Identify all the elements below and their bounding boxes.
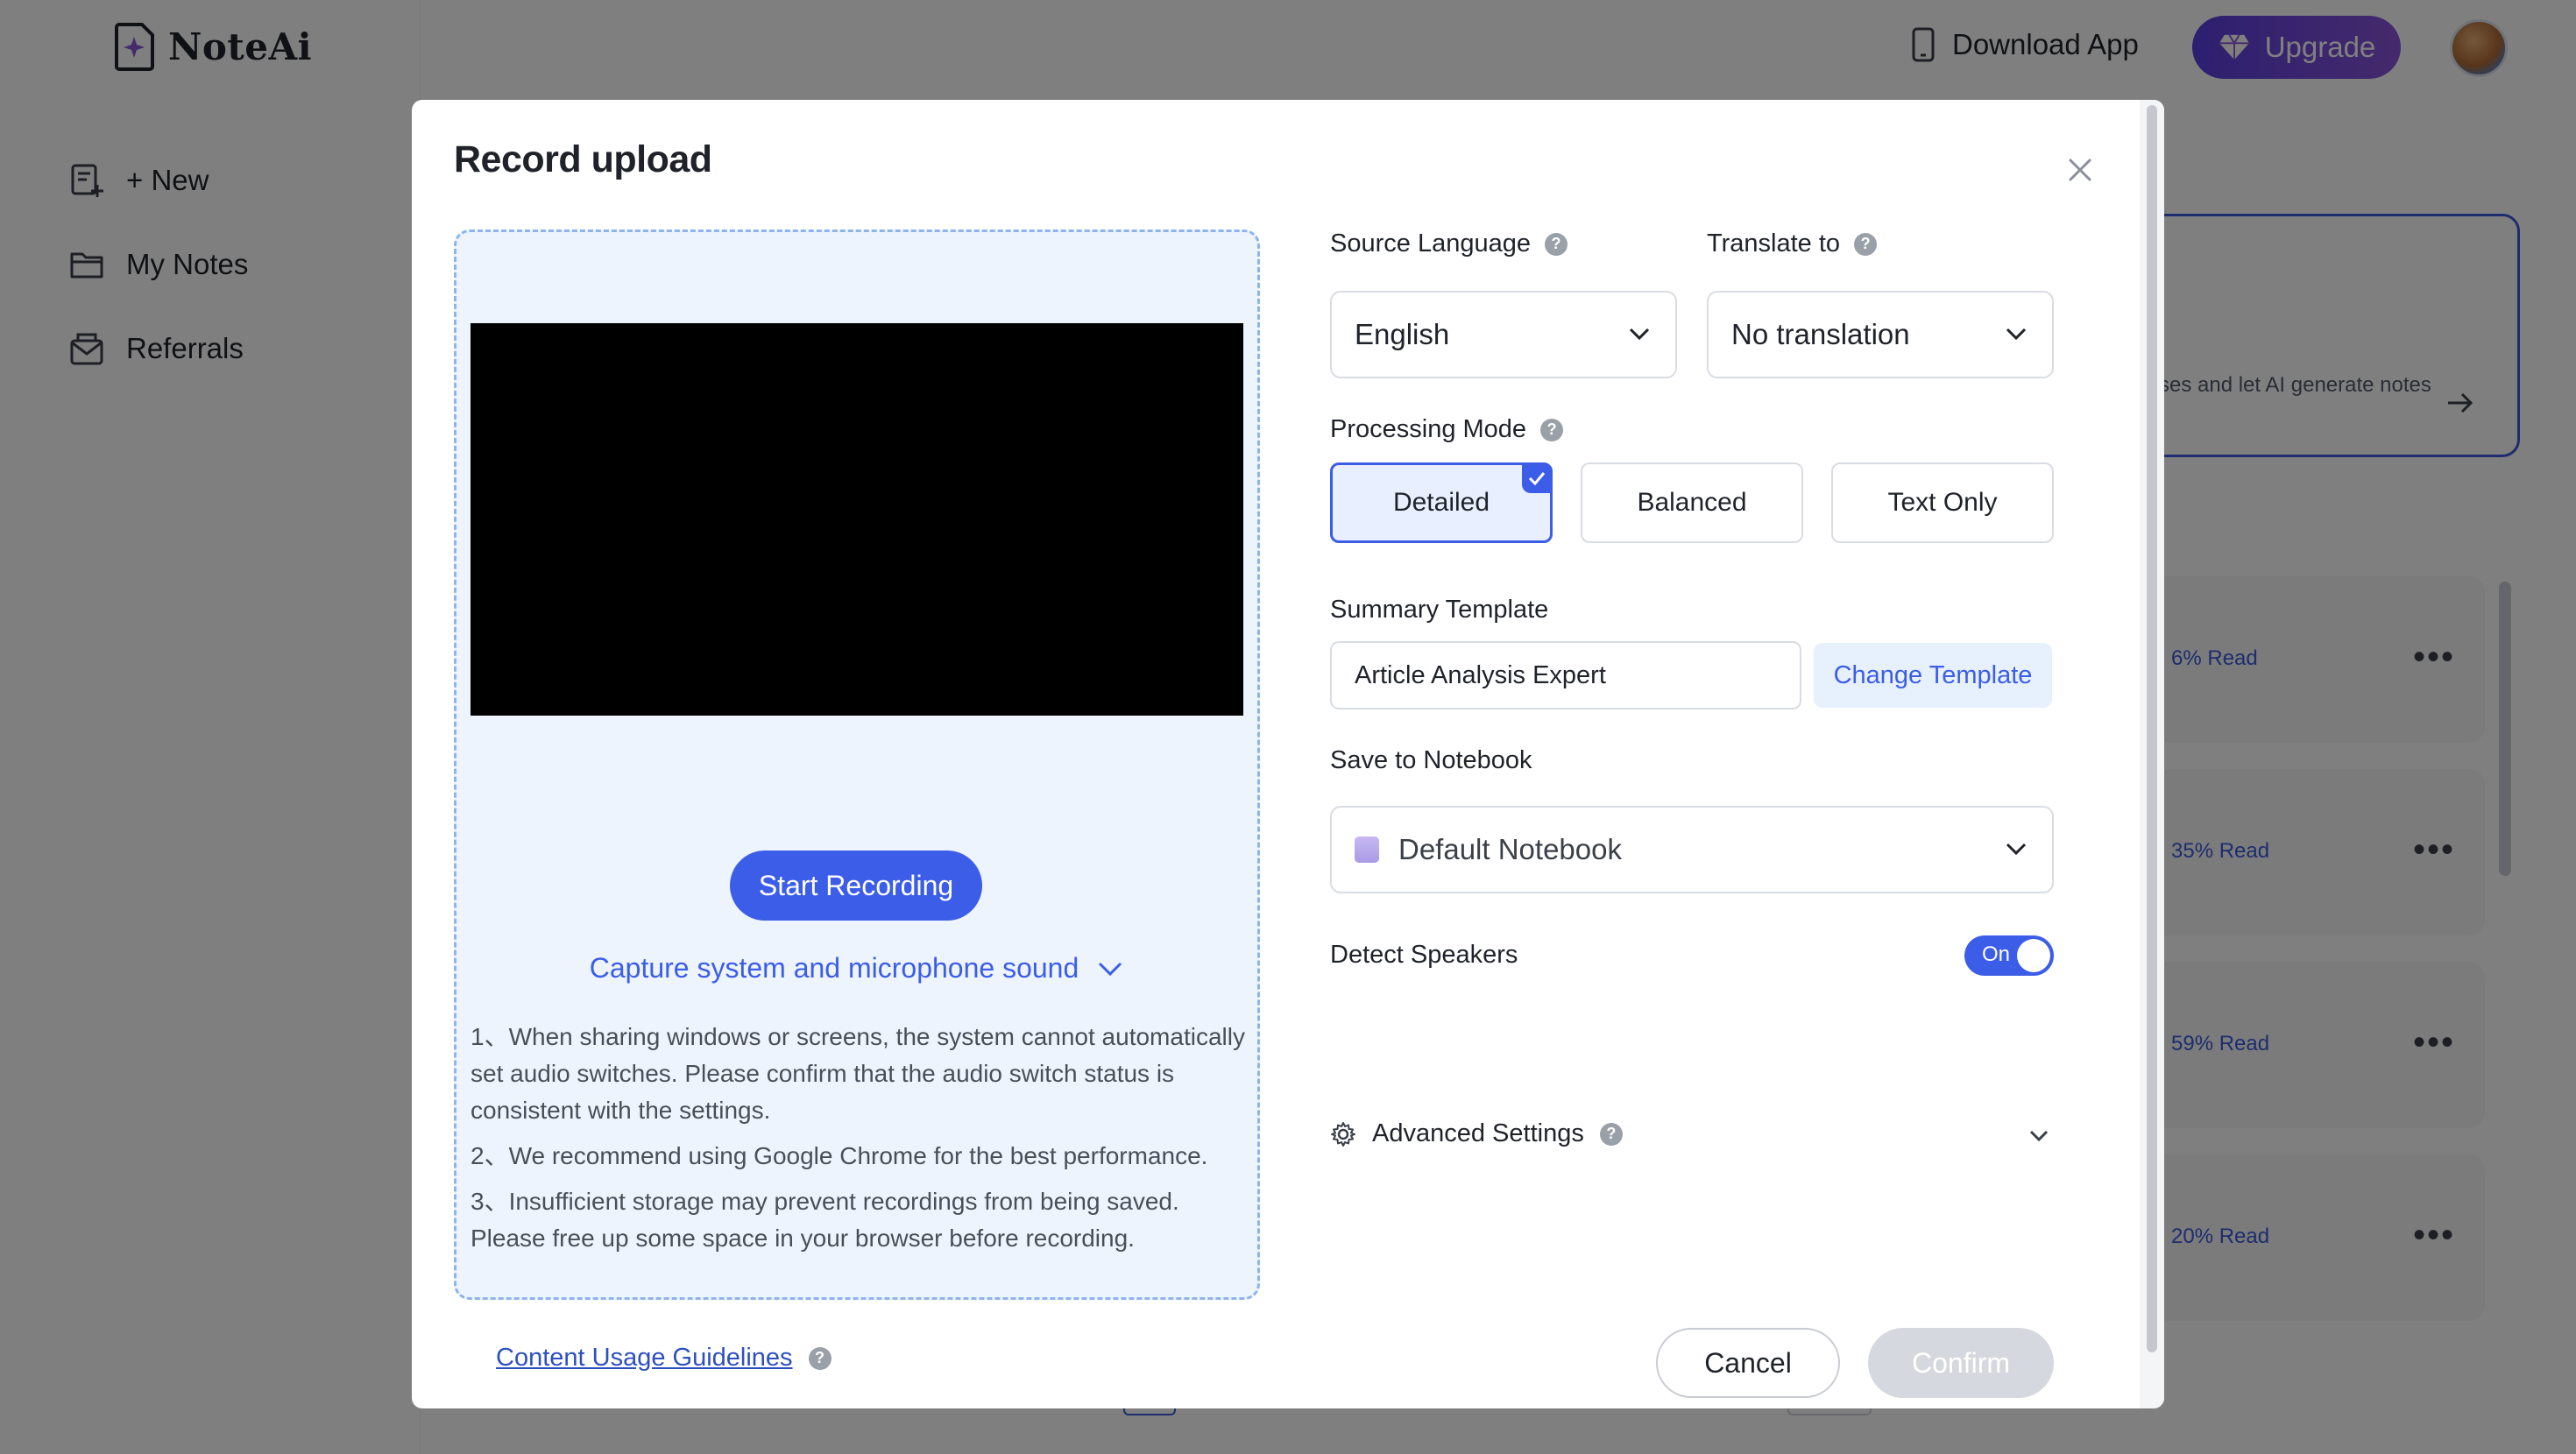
mode-text-only-option[interactable]: Text Only — [1831, 462, 2054, 543]
chevron-down-icon — [1099, 962, 1122, 976]
dialog-title: Record upload — [454, 138, 712, 180]
change-template-button[interactable]: Change Template — [1814, 643, 2052, 708]
confirm-button[interactable]: Confirm — [1868, 1328, 2054, 1398]
help-icon[interactable]: ? — [1540, 418, 1564, 441]
summary-template-field[interactable]: Article Analysis Expert — [1330, 641, 1801, 709]
note-item: 1、When sharing windows or screens, the s… — [471, 1023, 1245, 1124]
source-language-label-row: Source Language ? — [1330, 229, 1568, 258]
translate-select[interactable]: No translation — [1707, 291, 2054, 378]
guidelines-row: Content Usage Guidelines ? — [496, 1344, 832, 1373]
help-icon[interactable]: ? — [1599, 1122, 1623, 1146]
check-icon — [1522, 463, 1552, 493]
notebook-label: Save to Notebook — [1330, 746, 1532, 774]
source-language-label: Source Language — [1330, 229, 1531, 258]
capture-source-dropdown[interactable]: Capture system and microphone sound — [456, 952, 1257, 985]
close-icon[interactable] — [2063, 152, 2098, 187]
translate-label: Translate to — [1707, 229, 1841, 258]
advanced-settings-toggle[interactable]: Advanced Settings ? — [1330, 1119, 1623, 1148]
notebook-select[interactable]: Default Notebook — [1330, 806, 2054, 893]
source-language-select[interactable]: English — [1330, 291, 1677, 378]
notebook-icon — [1355, 836, 1379, 863]
gear-icon — [1331, 1121, 1355, 1147]
mode-label: Balanced — [1637, 488, 1747, 517]
capture-source-label: Capture system and microphone sound — [589, 952, 1079, 984]
summary-template-value: Article Analysis Expert — [1355, 660, 1606, 689]
recording-panel: Start Recording Capture system and micro… — [454, 229, 1260, 1300]
help-icon[interactable]: ? — [1544, 232, 1568, 256]
chevron-down-icon[interactable] — [2028, 1128, 2050, 1144]
translate-value: No translation — [1731, 318, 1910, 350]
chevron-down-icon — [2006, 328, 2027, 341]
mode-label: Detailed — [1392, 488, 1490, 517]
toggle-state: On — [1982, 942, 2011, 966]
source-language-value: English — [1355, 318, 1450, 350]
toggle-knob — [2017, 939, 2050, 972]
note-item: 2、We recommend using Google Chrome for t… — [471, 1142, 1208, 1169]
advanced-settings-label: Advanced Settings — [1372, 1119, 1584, 1147]
help-icon[interactable]: ? — [1854, 232, 1878, 256]
mode-label: Text Only — [1887, 488, 1998, 517]
recording-notes: 1、When sharing windows or screens, the s… — [471, 1019, 1247, 1266]
chevron-down-icon — [2006, 843, 2027, 856]
detect-speakers-toggle[interactable]: On — [1964, 935, 2054, 976]
note-item: 3、Insufficient storage may prevent recor… — [471, 1188, 1179, 1252]
translate-label-row: Translate to ? — [1707, 229, 1878, 258]
help-icon[interactable]: ? — [808, 1346, 832, 1370]
mode-balanced-option[interactable]: Balanced — [1581, 462, 1803, 543]
record-upload-dialog: Record upload Start Recording Capture sy… — [412, 100, 2164, 1408]
processing-mode-label: Processing Mode — [1330, 415, 1527, 443]
start-recording-button[interactable]: Start Recording — [730, 851, 982, 921]
notebook-selected: Default Notebook — [1355, 833, 1622, 866]
dialog-scrollbar-thumb[interactable] — [2147, 105, 2157, 1352]
dialog-scrollbar-track[interactable] — [2140, 100, 2164, 1408]
detect-speakers-label: Detect Speakers — [1330, 941, 1518, 969]
content-usage-guidelines-link[interactable]: Content Usage Guidelines — [496, 1344, 793, 1373]
mode-detailed-option[interactable]: Detailed — [1330, 462, 1553, 543]
chevron-down-icon — [1629, 328, 1650, 341]
cancel-button[interactable]: Cancel — [1656, 1328, 1840, 1398]
notebook-value: Default Notebook — [1398, 833, 1622, 865]
summary-template-label: Summary Template — [1330, 596, 1549, 624]
processing-mode-label-row: Processing Mode ? — [1330, 415, 1564, 444]
screen-preview — [471, 323, 1243, 716]
